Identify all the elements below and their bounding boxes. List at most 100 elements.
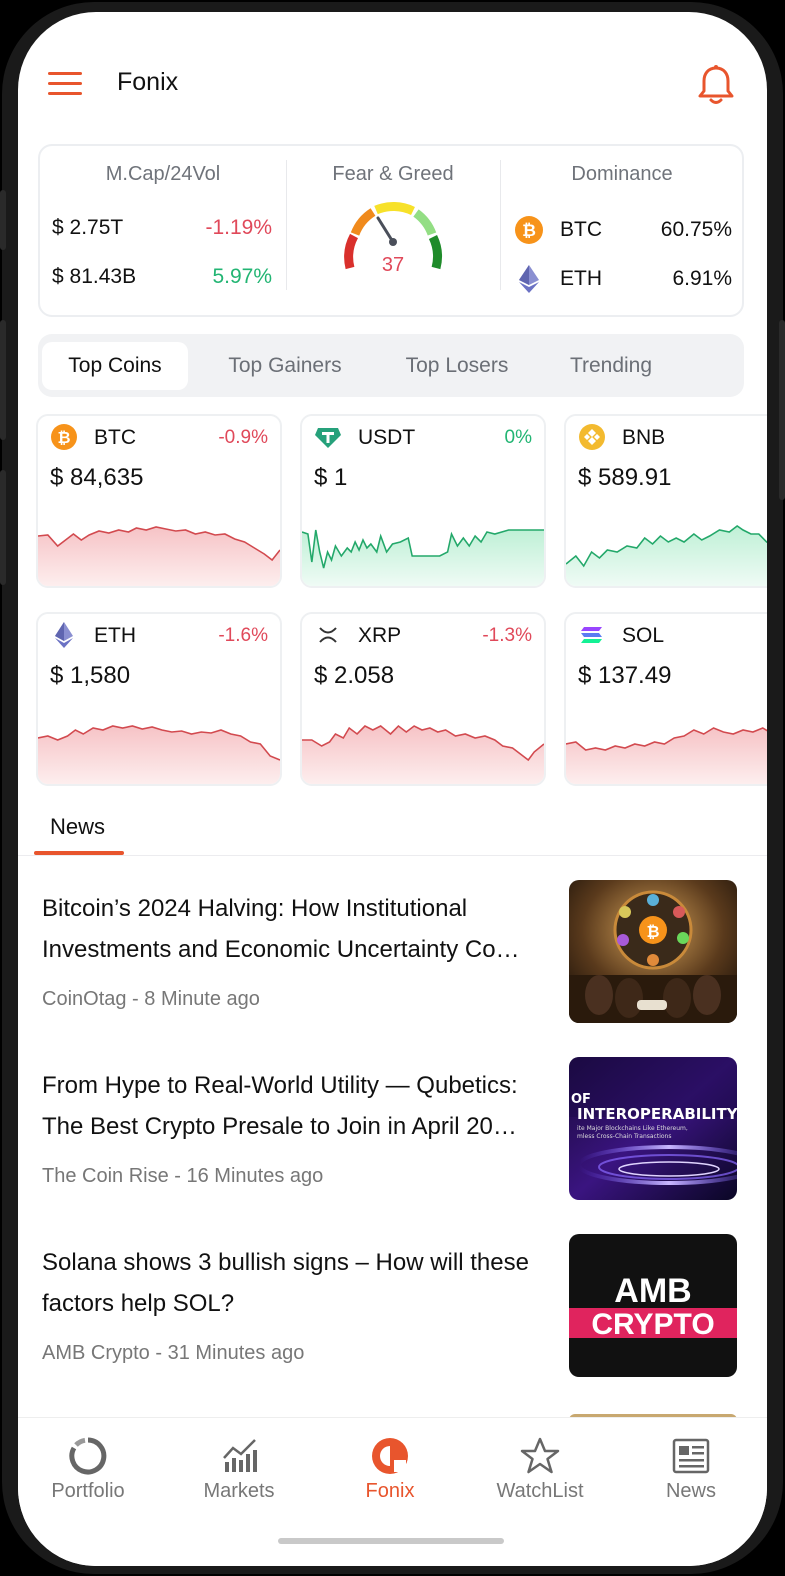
bnb-icon	[579, 424, 605, 450]
sparkline-chart	[566, 525, 767, 586]
nav-watchlist[interactable]: WatchList	[480, 1436, 600, 1503]
tab-top-losers[interactable]: Top Losers	[382, 342, 532, 390]
svg-text:₿: ₿	[522, 221, 536, 241]
home-indicator[interactable]	[278, 1538, 504, 1544]
side-button	[779, 320, 785, 500]
nav-label: Markets	[203, 1480, 275, 1502]
app-header: Fonix	[18, 12, 767, 142]
coin-price: $ 1,580	[50, 662, 131, 689]
thumbnail-text: CRYPTO	[591, 1308, 714, 1341]
coin-change: -0.9%	[218, 427, 268, 448]
nav-fonix[interactable]: Fonix	[330, 1436, 450, 1503]
news-meta: AMB Crypto - 31 Minutes ago	[42, 1342, 305, 1364]
news-item[interactable]: From Hype to Real-World Utility — Qubeti…	[42, 1057, 744, 1215]
sparkline-chart	[302, 529, 544, 586]
news-item[interactable]: Solana shows 3 bullish signs – How will …	[42, 1234, 744, 1392]
coin-symbol: BTC	[94, 426, 136, 449]
coin-card-xrp[interactable]: XRP -1.3% $ 2.058	[300, 612, 546, 786]
coin-symbol: SOL	[622, 624, 665, 647]
coin-symbol: ETH	[94, 624, 136, 647]
coin-change: -1.6%	[218, 625, 268, 646]
volume-change: 5.97%	[212, 265, 272, 288]
coin-tabs: Top Coins Top Gainers Top Losers Trendin…	[38, 334, 744, 397]
coin-symbol: XRP	[358, 624, 402, 647]
volume-row: $ 81.43B 5.97%	[52, 265, 272, 295]
coin-card-usdt[interactable]: USDT 0% $ 1	[300, 414, 546, 588]
market-cap-header: M.Cap/24Vol	[105, 163, 221, 185]
market-cap-row: $ 2.75T -1.19%	[52, 216, 272, 246]
app-title: Fonix	[117, 68, 179, 96]
fear-greed-value: 37	[381, 254, 405, 276]
coin-card-btc[interactable]: ₿ BTC -0.9% $ 84,635	[36, 414, 282, 588]
news-title: Solana shows 3 bullish signs – How will …	[42, 1249, 529, 1317]
market-cap-volume[interactable]: M.Cap/24Vol $ 2.75T -1.19% $ 81.43B 5.97…	[40, 146, 286, 315]
fonix-icon	[372, 1438, 408, 1474]
coin-price: $ 137.49	[578, 662, 672, 689]
sparkline-chart	[566, 727, 767, 784]
coin-change: 0%	[504, 427, 532, 448]
divider	[18, 855, 767, 856]
news-item[interactable]: Bitcoin’s 2024 Halving: How Institutiona…	[42, 880, 744, 1038]
nav-label: Fonix	[365, 1480, 415, 1502]
ethereum-icon	[519, 265, 539, 293]
market-cap-change: -1.19%	[205, 216, 272, 239]
dominance-header: Dominance	[571, 163, 673, 185]
hamburger-menu-icon[interactable]	[48, 72, 82, 96]
tab-top-coins[interactable]: Top Coins	[42, 342, 188, 390]
dominance[interactable]: Dominance ₿ BTC 60.75% ETH 6.91%	[500, 146, 744, 315]
sparkline-chart	[38, 725, 280, 784]
side-button	[0, 320, 6, 440]
sparkline-chart	[302, 724, 544, 784]
dominance-symbol: ETH	[560, 267, 602, 290]
news-time: 16 Minutes ago	[186, 1165, 324, 1187]
side-button	[0, 470, 6, 585]
news-time: 31 Minutes ago	[167, 1342, 305, 1364]
news-time: 8 Minute ago	[144, 988, 260, 1010]
dominance-percent: 60.75%	[660, 218, 732, 241]
ethereum-icon	[55, 622, 73, 648]
amb-crypto-thumbnail: AMB CRYPTO	[569, 1234, 737, 1377]
xrp-icon	[319, 627, 337, 643]
coin-card-sol[interactable]: SOL - $ 137.49	[564, 612, 767, 786]
tether-icon	[315, 428, 341, 448]
nav-news[interactable]: News	[631, 1436, 751, 1503]
volume-value: $ 81.43B	[52, 265, 137, 288]
newspaper-icon	[672, 1438, 710, 1474]
news-meta: CoinOtag - 8 Minute ago	[42, 988, 260, 1010]
dominance-percent: 6.91%	[672, 267, 732, 290]
coin-symbol: BNB	[622, 426, 666, 449]
coin-card-eth[interactable]: ETH -1.6% $ 1,580	[36, 612, 282, 786]
tab-top-gainers[interactable]: Top Gainers	[200, 342, 370, 390]
side-button	[0, 190, 6, 250]
sparkline-chart	[38, 526, 280, 586]
news-title: Bitcoin’s 2024 Halving: How Institutiona…	[42, 895, 520, 963]
coin-card-bnb[interactable]: BNB $ 589.91	[564, 414, 767, 588]
star-icon	[520, 1437, 560, 1474]
coin-price: $ 2.058	[314, 662, 395, 689]
dominance-row-btc: ₿ BTC 60.75%	[514, 216, 732, 248]
thumbnail-text: ite Major Blockchains Like Ethereum,	[577, 1125, 688, 1132]
nav-markets[interactable]: Markets	[179, 1436, 299, 1503]
coin-price: $ 589.91	[578, 464, 672, 491]
fear-greed[interactable]: Fear & Greed 37	[286, 146, 500, 315]
thumbnail-text: INTEROPERABILITY	[577, 1105, 737, 1123]
news-title: From Hype to Real-World Utility — Qubeti…	[42, 1072, 518, 1140]
news-source: CoinOtag	[42, 988, 127, 1010]
portfolio-icon	[69, 1437, 107, 1475]
fear-greed-header: Fear & Greed	[332, 163, 454, 185]
dominance-row-eth: ETH 6.91%	[514, 265, 732, 297]
markets-icon	[223, 1439, 257, 1472]
coin-price: $ 1	[314, 464, 348, 491]
nav-label: News	[665, 1480, 716, 1502]
news-source: AMB Crypto	[42, 1342, 150, 1364]
thumbnail-text: mless Cross-Chain Transactions	[577, 1133, 671, 1140]
market-cap-value: $ 2.75T	[52, 216, 124, 239]
news-tab[interactable]: News	[50, 814, 105, 840]
market-overview-card: M.Cap/24Vol $ 2.75T -1.19% $ 81.43B 5.97…	[38, 144, 744, 317]
coin-symbol: USDT	[358, 426, 416, 449]
nav-portfolio[interactable]: Portfolio	[28, 1436, 148, 1503]
tab-trending[interactable]: Trending	[546, 342, 676, 390]
notification-bell-icon[interactable]	[696, 64, 736, 106]
screen: Fonix M.Cap/24Vol $ 2.75T -1.19% $ 81.43…	[18, 12, 767, 1566]
news-source: The Coin Rise	[42, 1165, 169, 1187]
